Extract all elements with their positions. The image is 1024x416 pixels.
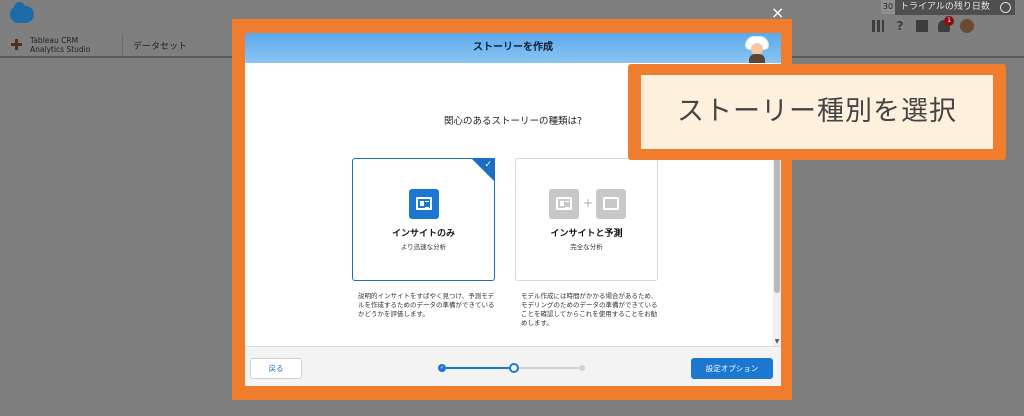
app-name[interactable]: Tableau CRM Analytics Studio <box>30 36 90 54</box>
tableau-logo-icon <box>11 39 22 50</box>
story-option-insights-and-predictions[interactable]: + インサイトと予測 完全な分析 <box>515 158 658 281</box>
step-connector-complete <box>446 367 510 369</box>
settings-options-button[interactable]: 設定オプション <box>691 358 773 379</box>
callout-text: ストーリー種別を選択 <box>677 96 957 127</box>
annotation-callout: ストーリー種別を選択 <box>628 64 1006 160</box>
scroll-down-arrow-icon[interactable]: ▼ <box>773 339 781 345</box>
option-description-insights-and-predictions: モデル作成には時間がかかる場合があるため、モデリングのためのデータの準備ができて… <box>521 292 658 327</box>
step-3-pending <box>579 365 585 371</box>
app-name-line1: Tableau CRM <box>30 36 79 45</box>
modal-footer: 戻る ✓ 設定オプション <box>245 346 781 386</box>
trial-days-count: 30 <box>881 0 895 14</box>
checkmark-icon: ✓ <box>484 160 492 170</box>
step-2-current <box>509 363 519 373</box>
notification-badge: 1 <box>944 16 954 26</box>
help-icon[interactable]: ? <box>894 20 906 32</box>
step-connector-pending <box>518 367 580 369</box>
option-subtitle: 完全な分析 <box>570 243 603 251</box>
app-name-line2: Analytics Studio <box>30 45 91 54</box>
story-option-insights-only[interactable]: ✓ インサイトのみ より迅速な分析 <box>352 158 495 281</box>
trial-label: トライアルの残り日数 <box>900 2 990 12</box>
back-button[interactable]: 戻る <box>250 358 302 379</box>
option-subtitle: より迅速な分析 <box>400 243 447 251</box>
modal-title: ストーリーを作成 <box>473 42 553 53</box>
insights-icon <box>549 189 579 219</box>
salesforce-cloud-logo[interactable] <box>10 2 34 23</box>
trend-chart-icon <box>596 189 626 219</box>
option-title: インサイトと予測 <box>550 229 623 239</box>
step-1-complete-icon: ✓ <box>438 364 446 372</box>
plus-icon: + <box>583 196 594 210</box>
option-description-insights-only: 説明的インサイトをすばやく見つけ、予測モデルを作成するためのデータの準備ができて… <box>358 292 495 318</box>
notification-bell-icon[interactable]: 1 <box>938 16 954 32</box>
gear-icon[interactable] <box>916 20 928 32</box>
user-avatar[interactable] <box>960 19 974 33</box>
callout-box: ストーリー種別を選択 <box>641 75 993 149</box>
modal-header: ストーリーを作成 <box>245 33 781 63</box>
clock-icon <box>1000 2 1011 13</box>
scrollbar-thumb[interactable] <box>774 153 780 293</box>
einstein-mascot-icon <box>745 36 769 63</box>
trial-remaining-banner[interactable]: トライアルの残り日数 <box>895 0 1015 15</box>
step-progress: ✓ <box>438 363 588 373</box>
option-title: インサイトのみ <box>391 229 455 239</box>
tab-datasets[interactable]: データセット <box>133 39 187 52</box>
header-icon-bar: ? 1 <box>872 16 974 33</box>
insights-icon <box>409 189 439 219</box>
app-launcher-icon[interactable] <box>872 20 884 32</box>
nav-divider <box>122 34 123 56</box>
